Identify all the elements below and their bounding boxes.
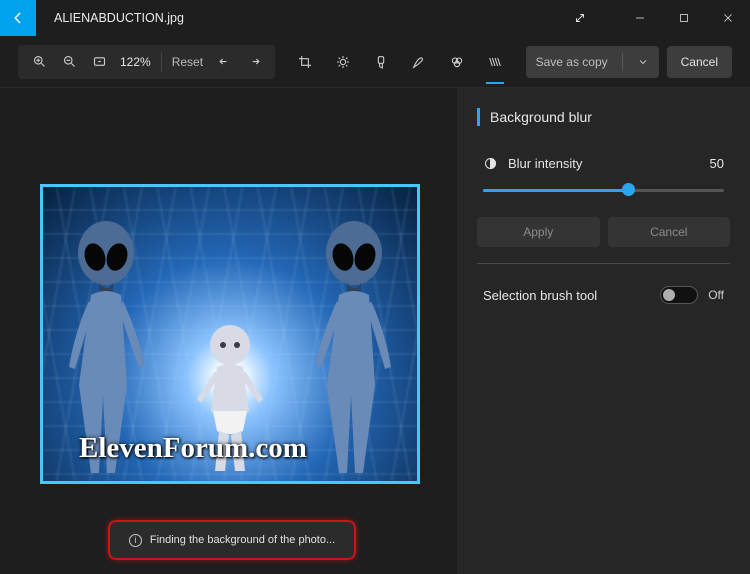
blur-intensity-label: Blur intensity — [508, 156, 582, 171]
blur-intensity-value: 50 — [710, 156, 724, 171]
photo-preview[interactable]: ElevenForum.com — [40, 184, 420, 484]
back-button[interactable] — [0, 0, 36, 36]
status-message: Finding the background of the photo... — [150, 534, 335, 546]
zoom-out-icon[interactable] — [54, 47, 84, 77]
tool-group — [275, 44, 526, 80]
panel-cancel-button[interactable]: Cancel — [608, 217, 731, 247]
window-close-button[interactable] — [706, 0, 750, 36]
blur-intensity-row: Blur intensity 50 — [477, 156, 730, 171]
figure-alien-right — [309, 217, 399, 477]
zoom-in-icon[interactable] — [24, 47, 54, 77]
chevron-down-icon — [637, 56, 649, 68]
status-toast: i Finding the background of the photo... — [108, 520, 356, 560]
info-icon: i — [129, 534, 142, 547]
blur-intensity-slider[interactable] — [483, 181, 724, 199]
separator — [622, 53, 623, 71]
brush-tool-toggle[interactable] — [660, 286, 698, 304]
fit-screen-icon[interactable] — [84, 47, 114, 77]
reset-button[interactable]: Reset — [166, 55, 209, 69]
undo-icon[interactable] — [209, 47, 239, 77]
panel-title-text: Background blur — [490, 109, 592, 125]
redo-icon[interactable] — [239, 47, 269, 77]
watermark-text: ElevenForum.com — [79, 432, 307, 465]
background-blur-tool-icon[interactable] — [478, 44, 512, 80]
canvas-area[interactable]: ElevenForum.com i Finding the background… — [0, 88, 457, 574]
brush-tool-state: Off — [708, 288, 724, 302]
zoom-group: 122% Reset — [18, 45, 275, 79]
side-panel: Background blur Blur intensity 50 Apply … — [457, 88, 750, 574]
filter-tool-icon[interactable] — [364, 44, 398, 80]
panel-title: Background blur — [477, 108, 730, 126]
divider — [477, 263, 730, 264]
save-as-copy-button[interactable]: Save as copy — [526, 46, 659, 78]
adjust-tool-icon[interactable] — [326, 44, 360, 80]
expand-button[interactable] — [558, 0, 602, 36]
blur-intensity-icon — [483, 156, 498, 171]
markup-tool-icon[interactable] — [402, 44, 436, 80]
apply-button[interactable]: Apply — [477, 217, 600, 247]
brush-tool-label: Selection brush tool — [483, 288, 597, 303]
zoom-value[interactable]: 122% — [120, 55, 151, 69]
crop-tool-icon[interactable] — [288, 44, 322, 80]
separator — [161, 52, 162, 72]
file-name-label: ALIENABDUCTION.jpg — [54, 11, 184, 25]
title-bar: ALIENABDUCTION.jpg — [0, 0, 750, 36]
erase-tool-icon[interactable] — [440, 44, 474, 80]
window-maximize-button[interactable] — [662, 0, 706, 36]
window-minimize-button[interactable] — [618, 0, 662, 36]
save-label: Save as copy — [536, 55, 608, 69]
toolbar: 122% Reset Save as copy — [0, 36, 750, 88]
brush-tool-row: Selection brush tool Off — [477, 286, 730, 304]
toolbar-cancel-button[interactable]: Cancel — [667, 46, 732, 78]
